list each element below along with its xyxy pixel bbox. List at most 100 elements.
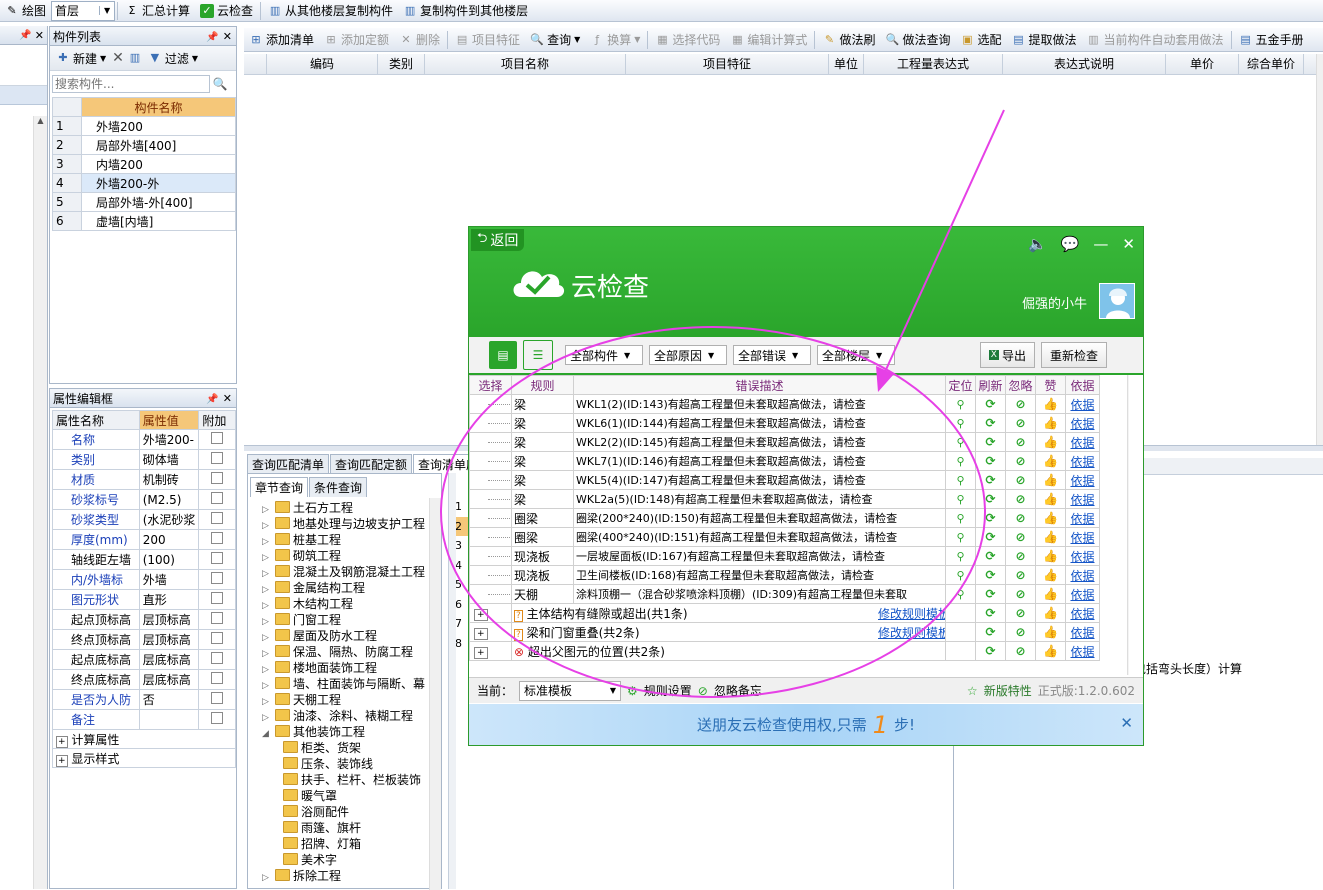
tree-item[interactable]: ▷ 墙、柱面装饰与隔断、幕 [262, 676, 441, 692]
delete-button[interactable]: ✕ 删除 [394, 30, 445, 50]
property-value[interactable]: 机制砖 [138, 469, 200, 490]
close-icon[interactable]: ✕ [1122, 235, 1135, 253]
minimize-icon[interactable]: — [1093, 235, 1108, 253]
ignore-icon[interactable]: ⊘ [1015, 435, 1025, 449]
error-row[interactable]: 天棚 涂料顶棚一（混合砂浆喷涂料顶棚）(ID:309)有超高工程量但未套取 ⚲ … [469, 584, 1100, 604]
property-row[interactable]: 厚度(mm) 200 [52, 529, 236, 550]
column-header[interactable]: 类别 [378, 53, 425, 75]
filter-reason-select[interactable]: 全部原因 ▼ [649, 345, 727, 365]
property-row[interactable]: 内/外墙标 外墙 [52, 569, 236, 590]
ignore-icon[interactable]: ⊘ [1015, 606, 1025, 620]
ignore-icon[interactable]: ⊘ [1015, 492, 1025, 506]
close-icon[interactable]: ✕ [35, 29, 44, 42]
column-header[interactable]: 表达式说明 [1003, 53, 1166, 75]
convert-button[interactable]: ƒ 换算 ▼ [585, 30, 645, 50]
property-row[interactable]: 砂浆标号 (M2.5) [52, 489, 236, 510]
floor-select[interactable]: 首层 ▼ [51, 0, 116, 21]
basis-link[interactable]: 依据 [1070, 398, 1094, 412]
column-header[interactable]: 单价 [1166, 53, 1239, 75]
ignore-icon[interactable]: ⊘ [1015, 625, 1025, 639]
table-row[interactable]: 4 外墙200-外 [52, 173, 236, 193]
tree-item[interactable]: 浴厕配件 [262, 804, 441, 820]
thumbs-up-icon[interactable]: 👍 [1043, 568, 1058, 582]
query-button[interactable]: 🔍 查询 ▼ [525, 30, 585, 50]
copy-icon[interactable]: ▥ [128, 51, 142, 65]
property-value[interactable]: 层顶标高 [138, 609, 200, 630]
error-group-row[interactable]: + ? 梁和门窗重叠(共2条) 修改规则模板 ⟳ ⊘ 👍 依据 [469, 622, 1100, 642]
refresh-icon[interactable]: ⟳ [985, 606, 995, 620]
pin-icon[interactable]: 📌 [19, 30, 31, 41]
thumbs-up-icon[interactable]: 👍 [1043, 549, 1058, 563]
thumbs-up-icon[interactable]: 👍 [1043, 606, 1058, 620]
add-list-button[interactable]: ⊞ 添加清单 [244, 30, 319, 50]
extra-checkbox[interactable] [211, 712, 224, 724]
locate-icon[interactable]: ⚲ [956, 493, 964, 506]
property-value[interactable]: 层顶标高 [138, 629, 200, 650]
error-row[interactable]: 圈梁 圈梁(400*240)(ID:151)有超高工程量但未套取超高做法，请检查… [469, 527, 1100, 547]
property-row[interactable]: 名称 外墙200- [52, 429, 236, 450]
refresh-icon[interactable]: ⟳ [985, 397, 995, 411]
tab-match-quota[interactable]: 查询匹配定额 [330, 454, 413, 474]
property-row[interactable]: 终点顶标高 层顶标高 [52, 629, 236, 650]
property-row[interactable]: 备注 [52, 709, 236, 730]
list-view-icon[interactable]: ▤ [489, 341, 517, 369]
extra-checkbox[interactable] [211, 652, 224, 664]
pin-icon[interactable]: 📌 [206, 394, 218, 405]
cloud-check-button[interactable]: ✓ 云检查 [195, 1, 258, 21]
edit-formula-button[interactable]: ▦ 编辑计算式 [725, 30, 812, 50]
expand-icon[interactable]: + [474, 609, 488, 621]
tree-item[interactable]: ▷ 地基处理与边坡支护工程 [262, 516, 441, 532]
method-brush-button[interactable]: ✎ 做法刷 [817, 30, 880, 50]
sum-calc-button[interactable]: Σ 汇总计算 [120, 1, 195, 21]
tree-item[interactable]: ▷ 土石方工程 [262, 500, 441, 516]
basis-link[interactable]: 依据 [1070, 455, 1094, 469]
auto-apply-button[interactable]: ▥ 当前构件自动套用做法 [1082, 30, 1229, 50]
ignore-icon[interactable]: ⊘ [1015, 549, 1025, 563]
locate-icon[interactable]: ⚲ [956, 398, 964, 411]
column-header[interactable]: 工程量表达式 [864, 53, 1003, 75]
avatar[interactable] [1099, 283, 1135, 319]
basis-link[interactable]: 依据 [1070, 531, 1094, 545]
error-row[interactable]: 梁 WKL5(4)(ID:147)有超高工程量但未套取超高做法，请检查 ⚲ ⟳ … [469, 470, 1100, 490]
locate-icon[interactable]: ⚲ [956, 512, 964, 525]
filter-component-select[interactable]: 全部构件 ▼ [565, 345, 643, 365]
thumbs-up-icon[interactable]: 👍 [1043, 397, 1058, 411]
column-header[interactable]: 综合单价 [1239, 53, 1304, 75]
close-icon[interactable]: ✕ [1120, 714, 1133, 732]
extra-checkbox[interactable] [211, 572, 224, 584]
refresh-icon[interactable]: ⟳ [985, 530, 995, 544]
template-select[interactable]: 标准模板 ▼ [519, 680, 622, 701]
thumbs-up-icon[interactable]: 👍 [1043, 435, 1058, 449]
locate-icon[interactable]: ⚲ [956, 588, 964, 601]
ignore-icon[interactable]: ⊘ [1015, 454, 1025, 468]
delete-icon[interactable]: ✕ [112, 50, 124, 66]
edit-rule-template-link[interactable]: 修改规则模板 [878, 624, 945, 641]
error-row[interactable]: 现浇板 卫生间楼板(ID:168)有超高工程量但未套取超高做法，请检查 ⚲ ⟳ … [469, 565, 1100, 585]
basis-link[interactable]: 依据 [1070, 417, 1094, 431]
refresh-icon[interactable]: ⟳ [985, 435, 995, 449]
group-calc-props[interactable]: + 计算属性 [52, 729, 236, 749]
tree-item[interactable]: ◢ 其他装饰工程 [262, 724, 441, 740]
tree-item[interactable]: ▷ 屋面及防水工程 [262, 628, 441, 644]
tab-match-list[interactable]: 查询匹配清单 [247, 454, 330, 474]
tree-item[interactable]: ▷ 楼地面装饰工程 [262, 660, 441, 676]
refresh-icon[interactable]: ⟳ [985, 511, 995, 525]
tree-scrollbar[interactable] [429, 498, 441, 890]
speaker-icon[interactable]: 🔈 [1028, 235, 1047, 253]
locate-icon[interactable]: ⚲ [956, 550, 964, 563]
tree-view-icon[interactable]: ☰ [523, 340, 553, 370]
property-row[interactable]: 起点底标高 层底标高 [52, 649, 236, 670]
error-row[interactable]: 梁 WKL2(2)(ID:145)有超高工程量但未套取超高做法，请检查 ⚲ ⟳ … [469, 432, 1100, 452]
tree-item[interactable]: ▷ 砌筑工程 [262, 548, 441, 564]
export-button[interactable]: X 导出 [979, 342, 1035, 368]
error-row[interactable]: 梁 WKL2a(5)(ID:148)有超高工程量但未套取超高做法，请检查 ⚲ ⟳… [469, 489, 1100, 509]
property-value[interactable]: (M2.5) [138, 489, 200, 510]
table-row[interactable]: 6 虚墙[内墙] [52, 211, 236, 231]
method-query-button[interactable]: 🔍 做法查询 [880, 30, 955, 50]
tree-item[interactable]: 暖气罩 [262, 788, 441, 804]
feature-button[interactable]: ▤ 项目特征 [450, 30, 525, 50]
column-header[interactable]: 项目名称 [425, 53, 626, 75]
basis-link[interactable]: 依据 [1070, 626, 1094, 640]
refresh-icon[interactable]: ⟳ [985, 416, 995, 430]
tab-condition-query[interactable]: 条件查询 [309, 477, 368, 497]
